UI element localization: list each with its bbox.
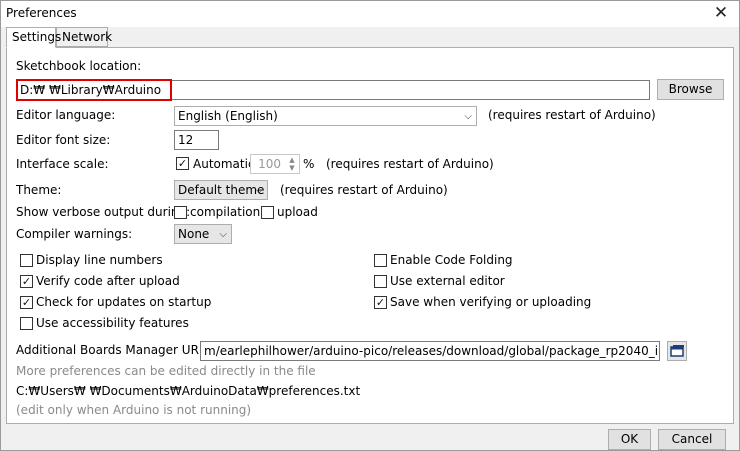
editor-font-size-label: Editor font size: [16,133,111,147]
automatic-checkbox[interactable]: ✓ [176,157,189,170]
settings-panel: Sketchbook location: D:₩ ₩Library₩Arduin… [6,47,734,424]
display-line-numbers-label: Display line numbers [36,253,163,267]
interface-scale-note: (requires restart of Arduino) [326,157,494,171]
edit-note: (edit only when Arduino is not running) [16,403,252,417]
code-folding-checkbox[interactable] [374,254,387,267]
automatic-label: Automatic [193,157,255,171]
tab-network-label: Network [62,30,113,44]
editor-language-value: English (English) [178,109,278,123]
editor-language-label: Editor language: [16,108,116,122]
verify-code-label: Verify code after upload [36,274,180,288]
window-title: Preferences [6,6,77,20]
theme-select[interactable]: Default theme ⌵ [174,180,268,200]
interface-scale-value: 100 [258,157,281,171]
tab-network[interactable]: Network [56,27,112,47]
external-editor-checkbox[interactable] [374,275,387,288]
compiler-warnings-label: Compiler warnings: [16,227,133,241]
tab-settings[interactable]: Settings [6,27,61,48]
compilation-label: compilation [190,205,261,219]
code-folding-label: Enable Code Folding [390,253,513,267]
external-editor-label: Use external editor [390,274,505,288]
highlight-box [16,79,172,101]
accessibility-checkbox[interactable] [20,317,33,330]
theme-note: (requires restart of Arduino) [280,183,448,197]
browse-button[interactable]: Browse [657,79,724,100]
editor-language-select[interactable]: English (English) ⌵ [174,106,477,126]
prefs-file-path: C:₩Users₩ ₩Documents₩ArduinoData₩prefere… [16,384,361,398]
window-icon-svg [670,345,684,357]
preferences-window: Preferences ✕ Settings Network Sketchboo… [0,0,740,451]
compilation-checkbox[interactable] [174,206,187,219]
chevron-down-icon: ⌵ [219,229,227,240]
cancel-button[interactable]: Cancel [658,429,726,450]
save-when-verifying-checkbox[interactable]: ✓ [374,296,387,309]
check-updates-checkbox[interactable]: ✓ [20,296,33,309]
display-line-numbers-checkbox[interactable] [20,254,33,267]
more-prefs-note: More preferences can be edited directly … [16,364,316,378]
upload-checkbox[interactable] [261,206,274,219]
chevron-down-icon: ⌵ [464,111,472,122]
theme-value: Default theme [178,183,265,197]
compiler-warnings-value: None [178,227,210,241]
spinner-arrows-icon[interactable]: ▲ ▼ [286,156,298,172]
interface-scale-label: Interface scale: [16,157,109,171]
compiler-warnings-select[interactable]: None ⌵ [174,224,232,244]
window-icon[interactable] [667,341,687,361]
upload-label: upload [277,205,318,219]
verbose-label: Show verbose output during: [16,205,191,219]
close-icon[interactable]: ✕ [711,3,731,23]
boards-manager-urls-input[interactable]: m/earlephilhower/arduino-pico/releases/d… [200,341,660,361]
dialog-button-bar: OK Cancel [1,425,739,450]
editor-font-size-input[interactable]: 12 [174,130,219,150]
boards-manager-label: Additional Boards Manager URLs: [16,343,216,357]
interface-scale-unit: % [303,157,315,171]
editor-language-note: (requires restart of Arduino) [488,108,656,122]
ok-button[interactable]: OK [608,429,651,450]
chevron-down-icon: ⌵ [255,185,263,196]
check-updates-label: Check for updates on startup [36,295,212,309]
tab-settings-label: Settings [12,30,62,44]
accessibility-label: Use accessibility features [36,316,189,330]
theme-label: Theme: [16,183,62,197]
save-when-verifying-label: Save when verifying or uploading [390,295,592,309]
sketchbook-label: Sketchbook location: [16,59,142,73]
interface-scale-spinner[interactable]: 100 ▲ ▼ [250,154,300,174]
verify-code-checkbox[interactable]: ✓ [20,275,33,288]
title-bar: Preferences ✕ [1,1,739,27]
